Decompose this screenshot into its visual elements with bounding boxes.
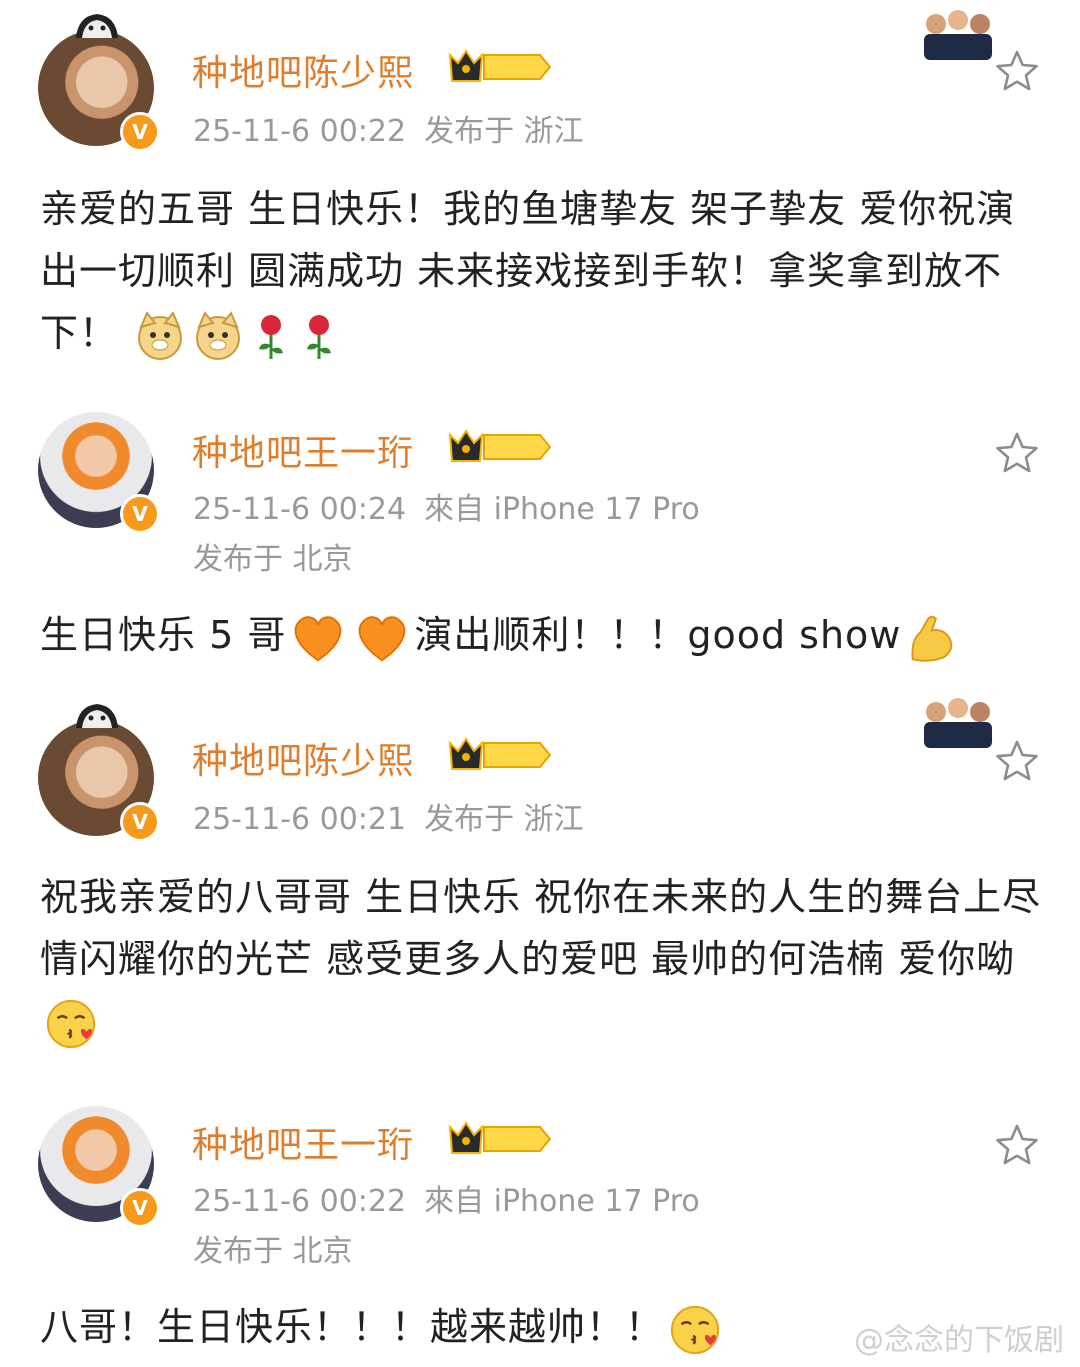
vip-crown-badge-icon [448, 1119, 554, 1159]
post-time: 25-11-6 00:21 [193, 802, 407, 837]
husky-hat-icon [72, 698, 122, 732]
kissing-face-emoji-icon [668, 1303, 722, 1357]
post-text-content: 祝我亲爱的八哥哥 生日快乐 祝你在未来的人生的舞台上尽情闪耀你的光芒 感受更多人… [40, 875, 1042, 981]
post-meta: 25-11-6 00:22 发布于 浙江 [193, 106, 584, 150]
verified-badge-icon: V [120, 494, 160, 534]
username[interactable]: 种地吧陈少熙 [192, 732, 414, 784]
flexed-biceps-emoji-icon [905, 611, 959, 665]
favorite-star-icon[interactable] [994, 430, 1040, 476]
post-text: 亲爱的五哥 生日快乐！我的鱼塘挚友 架子挚友 爱你祝演出一切顺利 圆满成功 未来… [40, 178, 1050, 364]
favorite-star-icon[interactable] [994, 738, 1040, 784]
post-location: 发布于 浙江 [424, 802, 584, 837]
favorite-star-icon[interactable] [994, 1122, 1040, 1168]
username[interactable]: 种地吧王一珩 [192, 424, 414, 476]
post-meta: 25-11-6 00:24 來自 iPhone 17 Pro [193, 484, 700, 528]
orange-heart-emoji-icon [354, 612, 410, 664]
post-text-content: 八哥！生日快乐！！！越来越帅！！ [40, 1305, 665, 1349]
avatar[interactable]: V [38, 412, 160, 534]
post-location: 发布于 北京 [193, 542, 353, 577]
rose-emoji-icon [251, 311, 291, 361]
post-meta: 25-11-6 00:21 发布于 浙江 [193, 794, 584, 838]
post-location: 发布于 浙江 [424, 114, 584, 149]
post-text-part-2: 演出顺利！！！good show [414, 613, 902, 657]
post-text-part-1: 生日快乐 5 哥 [40, 613, 287, 657]
avatar[interactable]: V [38, 720, 160, 842]
verified-badge-icon: V [120, 112, 160, 152]
verified-badge-icon: V [120, 802, 160, 842]
avatar[interactable]: V [38, 30, 160, 152]
post-time: 25-11-6 00:22 [193, 114, 407, 149]
post-source: 來自 iPhone 17 Pro [424, 1184, 700, 1219]
vip-crown-badge-icon [448, 427, 554, 467]
username[interactable]: 种地吧王一珩 [192, 1116, 414, 1168]
username[interactable]: 种地吧陈少熙 [192, 44, 414, 96]
rose-emoji-icon [299, 311, 339, 361]
anime-sticker-icon [918, 6, 998, 64]
doge-emoji-icon [135, 311, 185, 361]
post-source: 來自 iPhone 17 Pro [424, 492, 700, 527]
vip-crown-badge-icon [448, 47, 554, 87]
post-meta: 25-11-6 00:22 來自 iPhone 17 Pro [193, 1176, 700, 1220]
kissing-face-emoji-icon [44, 997, 98, 1051]
post-text: 生日快乐 5 哥 演出顺利！！！good show [40, 604, 1050, 666]
post-time: 25-11-6 00:22 [193, 1184, 407, 1219]
post-text: 祝我亲爱的八哥哥 生日快乐 祝你在未来的人生的舞台上尽情闪耀你的光芒 感受更多人… [40, 866, 1050, 1052]
doge-emoji-icon [193, 311, 243, 361]
vip-crown-badge-icon [448, 735, 554, 775]
verified-badge-icon: V [120, 1188, 160, 1228]
post-time: 25-11-6 00:24 [193, 492, 407, 527]
anime-sticker-icon [918, 694, 998, 752]
post-text-content: 亲爱的五哥 生日快乐！我的鱼塘挚友 架子挚友 爱你祝演出一切顺利 圆满成功 未来… [40, 187, 1016, 355]
husky-hat-icon [72, 8, 122, 42]
orange-heart-emoji-icon [290, 612, 346, 664]
watermark: @念念的下饭剧 [854, 1323, 1064, 1358]
post-location: 发布于 北京 [193, 1234, 353, 1269]
favorite-star-icon[interactable] [994, 48, 1040, 94]
avatar[interactable]: V [38, 1106, 160, 1228]
